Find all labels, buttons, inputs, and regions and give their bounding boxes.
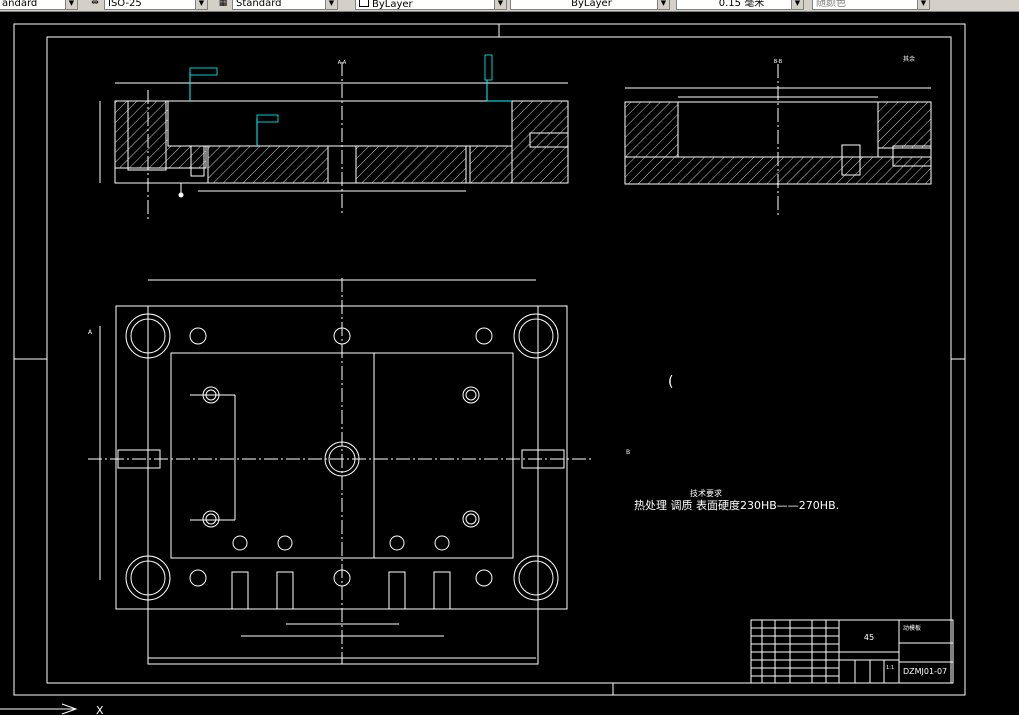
- chevron-down-icon[interactable]: ▼: [791, 0, 803, 9]
- text-style-dropdown[interactable]: andard ▼: [0, 0, 78, 10]
- roughness-note: 其余: [903, 55, 915, 63]
- lineweight-dropdown[interactable]: 0.15 毫米 ▼: [676, 0, 804, 10]
- plan-view[interactable]: [88, 278, 592, 665]
- material-label: 45: [864, 633, 874, 642]
- ucs-icon: X: [0, 703, 104, 715]
- svg-text:X: X: [96, 704, 104, 715]
- section-mark-a-left: A: [88, 329, 93, 336]
- tech-requirements-line: 热处理 调质 表面硬度230HB——270HB.: [634, 498, 839, 512]
- table-style-value: Standard: [236, 0, 282, 9]
- scale-label: 1:1: [886, 665, 894, 671]
- color-dropdown[interactable]: ByLayer ▼: [355, 0, 507, 10]
- dim-style-value: ISO-25: [108, 0, 142, 9]
- linetype-value: ByLayer: [571, 0, 612, 9]
- plot-style-value: 随颜色: [816, 0, 846, 9]
- dim-style-dropdown[interactable]: ISO-25 ▼: [104, 0, 208, 10]
- table-style-icon: ▦: [218, 0, 228, 8]
- chevron-down-icon[interactable]: ▼: [195, 0, 207, 9]
- section-view-a[interactable]: [99, 62, 569, 220]
- lineweight-value: 0.15 毫米: [718, 0, 765, 9]
- properties-toolbar: andard ▼ ⇹ ISO-25 ▼ ▦ Standard ▼ ByLayer…: [0, 0, 1019, 12]
- linetype-dropdown[interactable]: ByLayer ▼: [510, 0, 670, 10]
- chevron-down-icon[interactable]: ▼: [917, 0, 929, 9]
- color-value: ByLayer: [372, 0, 413, 10]
- section-label-bb: B-B: [774, 59, 783, 65]
- cursor-glyph: (: [668, 374, 673, 390]
- part-name-label: 动模板: [903, 624, 921, 632]
- drawing-canvas[interactable]: A-A B-B 其余 A B (技术要求 热处理 调质 表面硬度230HB——…: [0, 12, 1019, 715]
- tech-requirements-title: 技术要求: [690, 488, 722, 498]
- plot-style-dropdown[interactable]: 随颜色 ▼: [812, 0, 930, 10]
- chevron-down-icon[interactable]: ▼: [494, 0, 506, 9]
- chevron-down-icon[interactable]: ▼: [657, 0, 669, 9]
- section-mark-b-right: B: [626, 449, 630, 456]
- text-style-value: andard: [2, 0, 38, 9]
- chevron-down-icon[interactable]: ▼: [325, 0, 337, 9]
- dim-style-icon: ⇹: [91, 0, 99, 8]
- drawing-number-label: DZMJ01-07: [903, 667, 947, 676]
- color-swatch-icon: [359, 0, 369, 7]
- cooling-channels: [117, 449, 565, 610]
- section-label-aa: A-A: [338, 60, 347, 66]
- table-style-dropdown[interactable]: Standard ▼: [232, 0, 338, 10]
- section-view-b[interactable]: [624, 64, 932, 215]
- chevron-down-icon[interactable]: ▼: [65, 0, 77, 9]
